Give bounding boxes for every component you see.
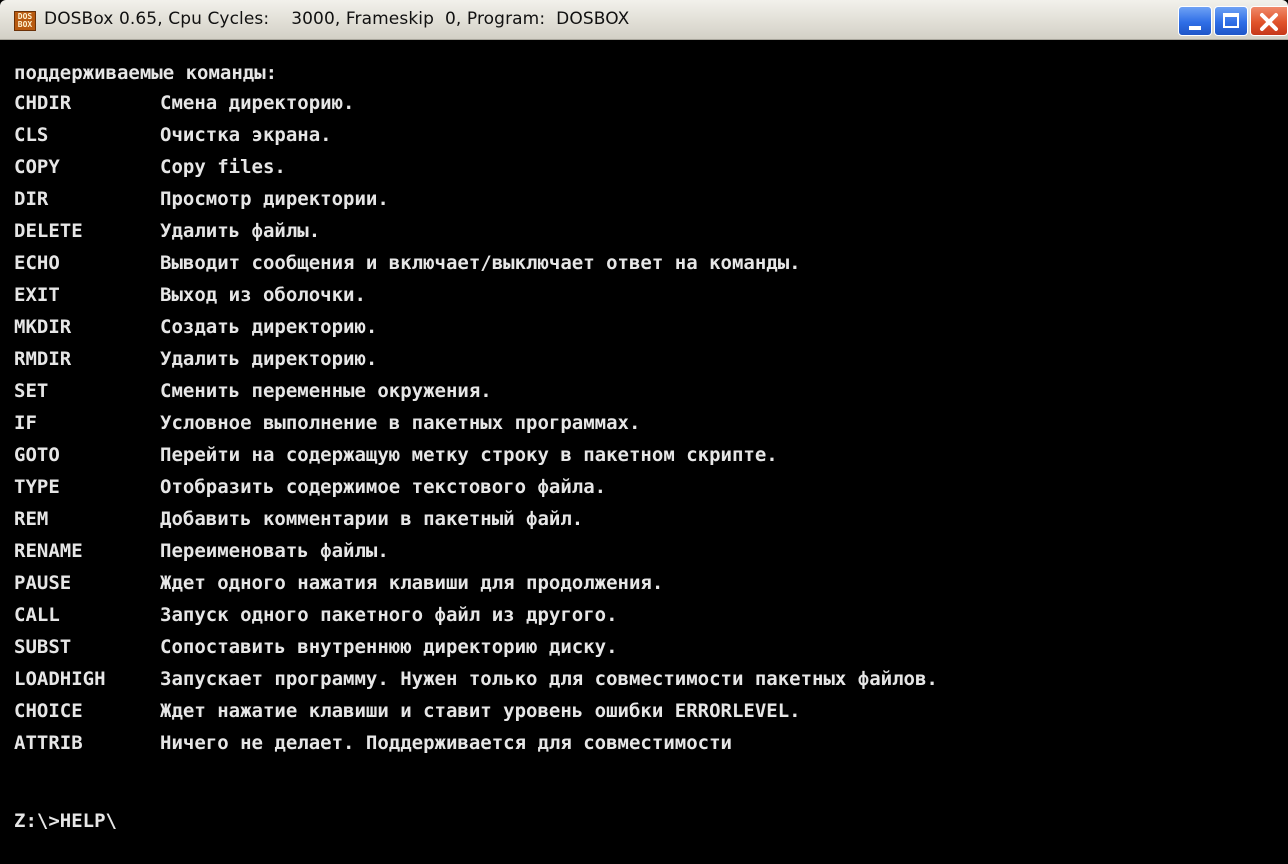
command-name: PAUSE <box>14 572 72 594</box>
app-icon-text-bottom: BOX <box>17 20 33 29</box>
command-name: LOADHIGH <box>14 668 106 690</box>
command-prompt[interactable]: Z:\>HELP\ <box>14 810 117 832</box>
command-description: Запускает программу. Нужен только для со… <box>160 668 938 690</box>
command-description: Сопоставить внутреннюю директорию диску. <box>160 636 618 658</box>
command-row: LOADHIGH Запускает программу. Нужен тольк… <box>14 668 938 698</box>
minimize-icon <box>1189 26 1201 30</box>
command-name: REM <box>14 508 49 530</box>
command-name: ECHO <box>14 252 60 274</box>
command-row: DELETE Удалить файлы. <box>14 220 320 250</box>
minimize-button[interactable] <box>1178 6 1212 36</box>
title-bar[interactable]: DOS BOX DOSBox 0.65, Cpu Cycles: 3000, F… <box>0 0 1288 40</box>
command-description: Условное выполнение в пакетных программа… <box>160 412 641 434</box>
command-name: IF <box>14 412 37 434</box>
terminal-output[interactable]: поддерживаемые команды: CHDIR Смена дирек… <box>14 62 1288 864</box>
command-row: CLS Очистка экрана. <box>14 124 332 154</box>
command-name: TYPE <box>14 476 60 498</box>
command-name: ATTRIB <box>14 732 83 754</box>
command-name: SET <box>14 380 49 402</box>
command-description: Перейти на содержащую метку строку в пак… <box>160 444 778 466</box>
command-row: CALL Запуск одного пакетного файл из друг… <box>14 604 618 634</box>
command-description: Просмотр директории. <box>160 188 389 210</box>
maximize-icon <box>1223 13 1239 28</box>
command-name: SUBST <box>14 636 72 658</box>
window-title: DOSBox 0.65, Cpu Cycles: 3000, Frameskip… <box>44 9 630 29</box>
close-icon <box>1260 13 1278 31</box>
command-name: EXIT <box>14 284 60 306</box>
command-description: Выход из оболочки. <box>160 284 366 306</box>
command-row: ECHO Выводит сообщения и включает/выключа… <box>14 252 801 282</box>
command-name: DELETE <box>14 220 83 242</box>
command-description: Сменить переменные окружения. <box>160 380 492 402</box>
close-button[interactable] <box>1250 6 1288 36</box>
command-description: Очистка экрана. <box>160 124 332 146</box>
command-description: Удалить директорию. <box>160 348 378 370</box>
command-row: REM Добавить комментарии в пакетный файл. <box>14 508 583 538</box>
command-name: COPY <box>14 156 60 178</box>
command-name: CLS <box>14 124 49 146</box>
command-row: MKDIR Создать директорию. <box>14 316 377 346</box>
command-name: RMDIR <box>14 348 72 370</box>
command-description: Переименовать файлы. <box>160 540 389 562</box>
command-description: Отобразить содержимое текстового файла. <box>160 476 607 498</box>
dosbox-window: DOS BOX DOSBox 0.65, Cpu Cycles: 3000, F… <box>0 0 1288 864</box>
command-name: CALL <box>14 604 60 626</box>
dosbox-app-icon[interactable]: DOS BOX <box>14 11 36 31</box>
command-row: TYPE Отобразить содержимое текстового фай… <box>14 476 606 506</box>
maximize-button[interactable] <box>1214 6 1248 36</box>
command-name: CHDIR <box>14 92 72 114</box>
command-name: GOTO <box>14 444 60 466</box>
command-description: Ничего не делает. Поддерживается для сов… <box>160 732 732 754</box>
command-name: DIR <box>14 188 49 210</box>
command-description: Создать директорию. <box>160 316 378 338</box>
command-name: CHOICE <box>14 700 83 722</box>
command-description: Выводит сообщения и включает/выключает о… <box>160 252 801 274</box>
command-row: CHDIR Смена директорию. <box>14 92 354 122</box>
command-row: GOTO Перейти на содержащую метку строку в… <box>14 444 778 474</box>
command-row: PAUSE Ждет одного нажатия клавиши для про… <box>14 572 663 602</box>
command-description: Удалить файлы. <box>160 220 321 242</box>
command-row: RENAME Переименовать файлы. <box>14 540 389 570</box>
command-name: MKDIR <box>14 316 72 338</box>
command-row: COPY Copy files. <box>14 156 286 186</box>
command-description: Смена директорию. <box>160 92 355 114</box>
command-description: Запуск одного пакетного файл из другого. <box>160 604 618 626</box>
command-row: IF Условное выполнение в пакетных програм… <box>14 412 640 442</box>
command-row: RMDIR Удалить директорию. <box>14 348 377 378</box>
command-description: Ждет нажатие клавиши и ставит уровень ош… <box>160 700 801 722</box>
command-row: EXIT Выход из оболочки. <box>14 284 366 314</box>
help-heading: поддерживаемые команды: <box>14 62 278 84</box>
command-name: RENAME <box>14 540 83 562</box>
command-row: DIR Просмотр директории. <box>14 188 389 218</box>
command-description: Copy files. <box>160 156 286 178</box>
command-description: Добавить комментарии в пакетный файл. <box>160 508 584 530</box>
command-description: Ждет одного нажатия клавиши для продолже… <box>160 572 664 594</box>
command-row: SET Сменить переменные окружения. <box>14 380 492 410</box>
command-row: SUBST Сопоставить внутреннюю директорию д… <box>14 636 618 666</box>
command-row: CHOICE Ждет нажатие клавиши и ставит уров… <box>14 700 801 730</box>
command-row: ATTRIB Ничего не делает. Поддерживается д… <box>14 732 732 762</box>
